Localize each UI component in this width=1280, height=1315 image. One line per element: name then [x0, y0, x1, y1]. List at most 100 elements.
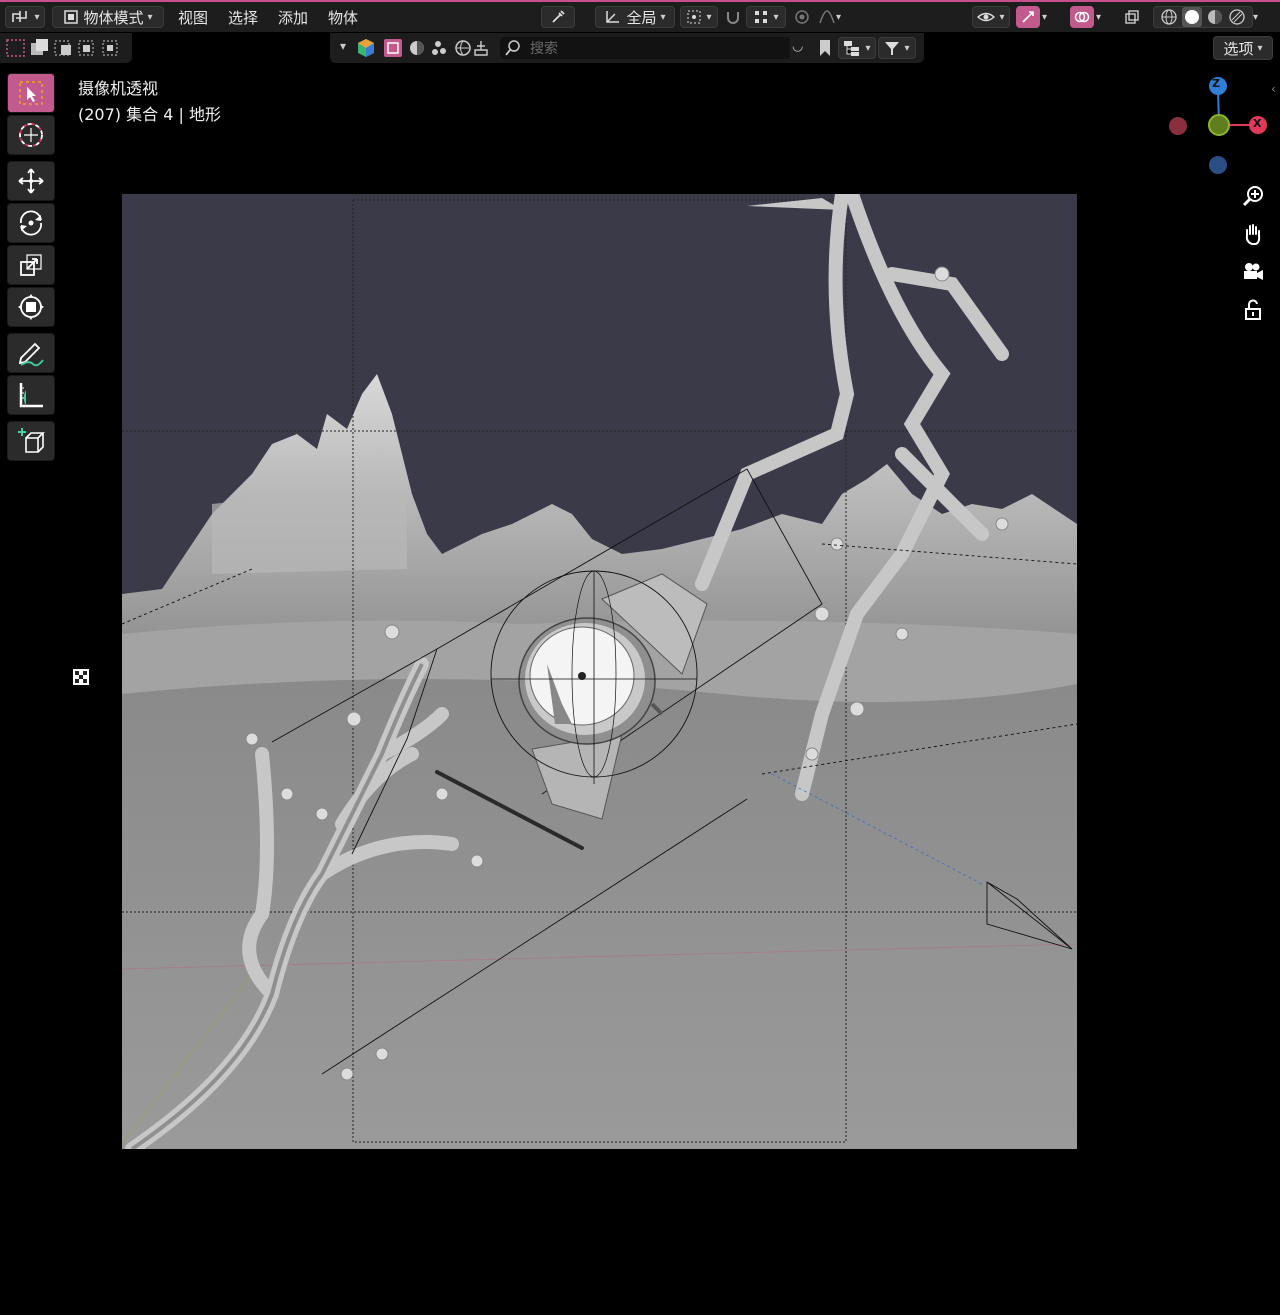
camera-viewport[interactable] [122, 194, 1077, 1149]
cursor-tool[interactable] [7, 115, 55, 155]
search-placeholder: 搜索 [530, 41, 558, 57]
eyedropper-button[interactable] [541, 6, 575, 28]
zoom-button[interactable] [1238, 180, 1268, 212]
annotate-pencil-icon [18, 342, 44, 367]
visibility-dropdown[interactable]: ▾ [972, 6, 1010, 28]
transform-icon [18, 294, 44, 320]
chevron-down-icon[interactable]: ▾ [340, 39, 346, 53]
orientation-label: 全局 [626, 8, 657, 27]
menu-object[interactable]: 物体 [322, 7, 364, 28]
menu-view[interactable]: 视图 [172, 7, 214, 28]
bookmark-icon[interactable] [818, 39, 832, 57]
overlays-icon [1074, 11, 1090, 23]
navigation-gizmo[interactable]: Z X [1160, 70, 1278, 188]
eye-icon [977, 12, 996, 22]
proportional-edit-icon [795, 10, 809, 24]
object-type-filters-icon[interactable] [356, 38, 496, 58]
mode-label: 物体模式 [83, 8, 144, 27]
search-icon [505, 40, 520, 56]
camera-view-button[interactable] [1238, 256, 1268, 288]
selection-modes-icon[interactable] [0, 33, 130, 63]
annotate-tool[interactable] [7, 333, 55, 373]
rendered-shading-icon[interactable] [1228, 8, 1246, 26]
solid-shading-icon[interactable] [1182, 7, 1202, 27]
hierarchy-icon [844, 41, 860, 56]
eyedropper-icon [552, 10, 565, 23]
wireframe-shading-icon[interactable] [1160, 8, 1178, 26]
transform-orientation-dropdown[interactable]: 全局 ▾ [595, 6, 675, 28]
chevron-down-icon: ▾ [836, 11, 842, 23]
snap-grid-icon [755, 11, 768, 23]
z-axis-label: Z [1212, 77, 1220, 90]
editor-type-button[interactable]: ▾ [5, 6, 45, 28]
overlays-toggle[interactable] [1070, 6, 1094, 28]
gizmo-toggle[interactable] [1016, 6, 1040, 28]
chevron-down-icon: ▾ [904, 42, 910, 54]
viewport-header: ▾ 物体模式 ▾ 视图 选择 添加 物体 全局 ▾ ▾ ▾ ▾ ▾ ▾ ▾ ▾ [0, 0, 1280, 32]
menu-bar: 视图 选择 添加 物体 [172, 6, 364, 28]
chevron-down-icon: ▾ [865, 42, 871, 54]
orientation-icon [606, 11, 620, 23]
camera-icon [1244, 263, 1263, 280]
menu-add[interactable]: 添加 [272, 7, 314, 28]
terrain-plane [212, 494, 407, 574]
chevron-down-icon: ▾ [999, 11, 1005, 23]
scale-tool[interactable] [7, 245, 55, 285]
chevron-down-icon: ▾ [773, 11, 779, 23]
scale-icon [20, 254, 42, 276]
mode-dropdown[interactable]: 物体模式 ▾ [52, 6, 164, 28]
selection-mode-bar [0, 33, 132, 63]
chevron-down-icon: ▾ [660, 11, 666, 23]
select-box-icon [19, 81, 43, 105]
chevron-down-icon: ▾ [34, 11, 40, 23]
pivot-point-dropdown[interactable]: ▾ [680, 6, 718, 28]
chevron-down-icon: ▾ [1096, 11, 1102, 23]
unlock-icon [1245, 299, 1261, 320]
chevron-down-icon[interactable]: ◡ [792, 39, 803, 54]
sort-dropdown[interactable]: ▾ [838, 37, 876, 59]
x-axis-label: X [1253, 117, 1262, 130]
move-tool[interactable] [7, 161, 55, 201]
lock-camera-button[interactable] [1238, 294, 1268, 326]
filter-dropdown[interactable]: ▾ [878, 37, 916, 59]
material-shading-icon[interactable] [1206, 8, 1224, 26]
menu-select[interactable]: 选择 [222, 7, 264, 28]
checker-icon[interactable] [72, 668, 90, 686]
zoom-icon [1242, 186, 1263, 207]
snap-target-dropdown[interactable]: ▾ [746, 6, 786, 28]
filter-search-bar: ▾ 搜索 ◡ ▾ ▾ [330, 33, 924, 63]
rotate-icon [20, 210, 42, 236]
options-dropdown[interactable]: 选项 ▾ [1213, 36, 1273, 60]
add-cube-icon [18, 428, 45, 453]
chevron-down-icon: ▾ [706, 11, 712, 23]
add-cube-tool[interactable] [7, 421, 55, 461]
collection-info: (207) 集合 4 | 地形 [78, 105, 221, 124]
pan-button[interactable] [1238, 218, 1268, 250]
sidebar-toggle-icon[interactable]: ‹ [1271, 82, 1276, 96]
object-mode-icon [64, 10, 79, 24]
xray-icon [1125, 10, 1139, 24]
measure-tool[interactable] [7, 375, 55, 415]
proportional-editing-toggle[interactable] [794, 6, 814, 28]
transform-tool[interactable] [7, 287, 55, 327]
navigation-buttons [1238, 180, 1268, 332]
xray-toggle[interactable] [1124, 6, 1148, 28]
snap-toggle[interactable] [724, 6, 746, 28]
move-icon [18, 168, 44, 194]
select-box-tool[interactable] [7, 73, 55, 113]
view-name: 摄像机透视 [78, 79, 159, 98]
viewport-info: 摄像机透视 (207) 集合 4 | 地形 [78, 76, 221, 128]
pivot-icon [687, 10, 701, 24]
gizmo-icon [1022, 11, 1034, 23]
chevron-down-icon: ▾ [1253, 11, 1259, 23]
filter-icon [885, 42, 900, 55]
overlays-dropdown[interactable]: ▾ [1096, 6, 1114, 28]
shading-dropdown[interactable]: ▾ [1253, 6, 1269, 28]
cursor-icon [19, 123, 43, 147]
gizmo-dropdown[interactable]: ▾ [1042, 6, 1060, 28]
search-input[interactable]: 搜索 [500, 37, 790, 59]
magnet-icon [727, 12, 739, 24]
rotate-tool[interactable] [7, 203, 55, 243]
proportional-falloff-dropdown[interactable]: ▾ [818, 6, 854, 28]
shading-mode-group [1153, 6, 1253, 28]
